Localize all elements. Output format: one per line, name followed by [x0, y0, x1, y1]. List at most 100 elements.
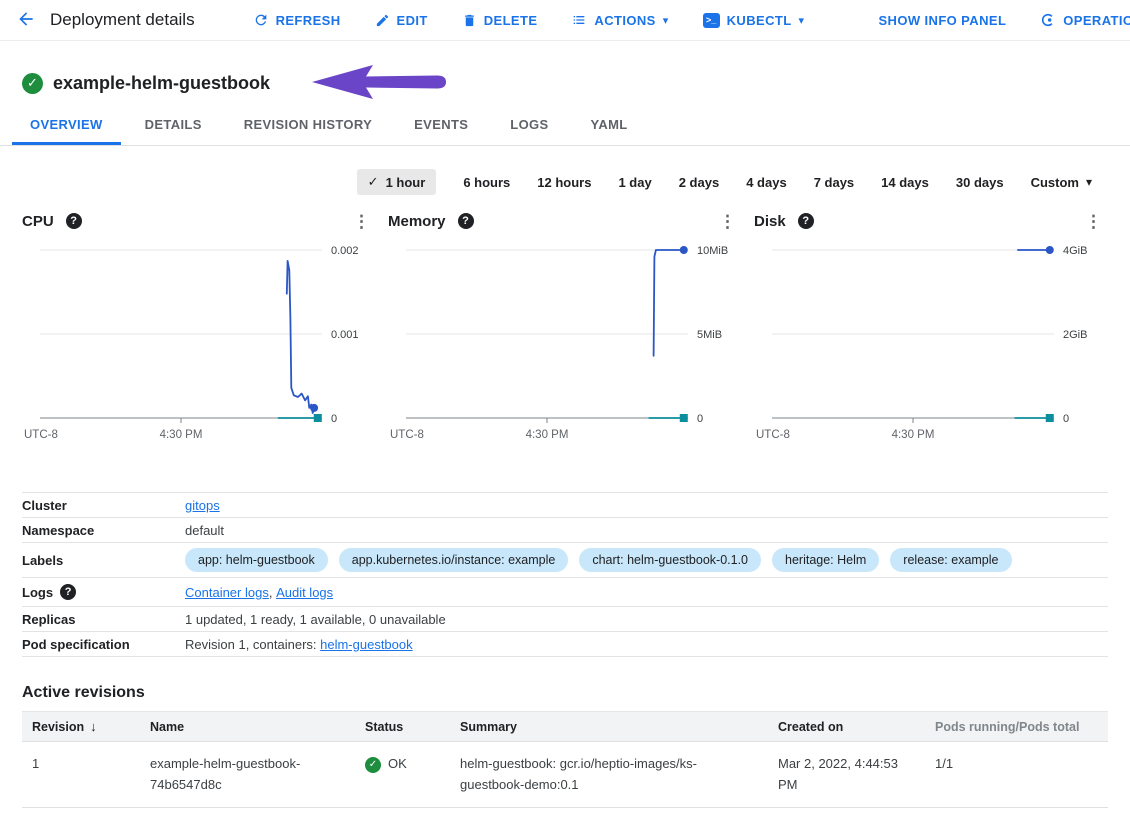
- more-options-icon[interactable]: ⋮: [719, 213, 736, 230]
- column-revision[interactable]: Revision↓: [22, 712, 140, 742]
- pod-spec-prefix: Revision 1, containers:: [185, 637, 320, 652]
- memory-chart-header: Memory ? ⋮: [388, 202, 754, 240]
- column-status: Status: [355, 712, 450, 742]
- back-button[interactable]: [16, 5, 36, 35]
- label-chip: app: helm-guestbook: [185, 548, 328, 572]
- ok-check-icon: ✓: [365, 757, 381, 773]
- logs-separator: ,: [269, 585, 276, 600]
- audit-logs-link[interactable]: Audit logs: [276, 585, 333, 600]
- tab-details[interactable]: DETAILS: [127, 108, 220, 145]
- active-revisions-table: Revision↓ Name Status Summary Created on…: [22, 711, 1108, 808]
- svg-text:4:30 PM: 4:30 PM: [526, 429, 569, 441]
- container-logs-link[interactable]: Container logs: [185, 585, 269, 600]
- table-row: 1 example-helm-guestbook-74b6547d8c ✓ OK…: [22, 742, 1108, 808]
- disk-chart-panel: Disk ? ⋮ 4GiB2GiB0UTC-84:30 PM: [754, 202, 1120, 450]
- time-option-14-days[interactable]: 14 days: [881, 175, 929, 190]
- kubectl-menu-button[interactable]: >_ KUBECTL ▾: [703, 13, 805, 28]
- disk-chart-header: Disk ? ⋮: [754, 202, 1120, 240]
- name-cell: example-helm-guestbook-74b6547d8c: [140, 742, 355, 808]
- svg-text:0.001: 0.001: [331, 329, 359, 341]
- deployment-details-page: Deployment details REFRESH EDIT DELETE: [0, 0, 1130, 827]
- labels-row: Labels app: helm-guestbook app.kubernete…: [22, 543, 1108, 578]
- list-icon: [571, 12, 587, 28]
- refresh-button[interactable]: REFRESH: [253, 12, 341, 28]
- column-pods: Pods running/Pods total: [925, 712, 1108, 742]
- label-chip: app.kubernetes.io/instance: example: [339, 548, 569, 572]
- more-options-icon[interactable]: ⋮: [353, 213, 370, 230]
- toolbar-actions: REFRESH EDIT DELETE ACTIONS ▾: [253, 12, 1130, 28]
- trash-icon: [462, 13, 477, 28]
- tab-logs[interactable]: LOGS: [492, 108, 566, 145]
- namespace-row: Namespace default: [22, 518, 1108, 543]
- terminal-icon: >_: [703, 13, 720, 28]
- column-summary: Summary: [450, 712, 768, 742]
- replicas-value: 1 updated, 1 ready, 1 available, 0 unava…: [185, 612, 446, 627]
- edit-button[interactable]: EDIT: [375, 13, 428, 28]
- deployment-name: example-helm-guestbook: [53, 73, 270, 94]
- time-option-30-days[interactable]: 30 days: [956, 175, 1004, 190]
- toolbar: Deployment details REFRESH EDIT DELETE: [0, 0, 1130, 41]
- column-name: Name: [140, 712, 355, 742]
- time-option-1-day[interactable]: 1 day: [618, 175, 651, 190]
- svg-text:0: 0: [1063, 413, 1069, 425]
- disk-chart-title: Disk: [754, 213, 786, 230]
- disk-chart-plot: 4GiB2GiB0UTC-84:30 PM: [754, 240, 1106, 445]
- help-icon[interactable]: ?: [60, 584, 76, 600]
- summary-cell: helm-guestbook: gcr.io/heptio-images/ks-…: [450, 742, 768, 808]
- labels-chips: app: helm-guestbook app.kubernetes.io/in…: [185, 545, 1012, 575]
- svg-text:0: 0: [697, 413, 703, 425]
- cluster-link[interactable]: gitops: [185, 498, 220, 513]
- column-created-on: Created on: [768, 712, 925, 742]
- chevron-down-icon: ▾: [663, 14, 669, 27]
- time-option-7-days[interactable]: 7 days: [814, 175, 854, 190]
- replicas-row: Replicas 1 updated, 1 ready, 1 available…: [22, 607, 1108, 632]
- help-icon[interactable]: ?: [66, 213, 82, 229]
- actions-menu-button[interactable]: ACTIONS ▾: [571, 12, 668, 28]
- tab-overview[interactable]: OVERVIEW: [12, 108, 121, 145]
- cpu-chart-panel: CPU ? ⋮ 0.0020.0010UTC-84:30 PM: [22, 202, 388, 450]
- arrow-left-icon: [16, 9, 36, 32]
- svg-text:4GiB: 4GiB: [1063, 245, 1087, 257]
- active-revisions-title: Active revisions: [22, 684, 1130, 702]
- operations-icon: [1040, 12, 1056, 28]
- time-option-1-hour-selected[interactable]: ✓ 1 hour: [357, 169, 437, 195]
- label-chip: release: example: [890, 548, 1011, 572]
- time-option-2-days[interactable]: 2 days: [679, 175, 719, 190]
- svg-text:0: 0: [331, 413, 337, 425]
- status-text: OK: [388, 753, 407, 774]
- operations-button[interactable]: OPERATIONS: [1040, 12, 1130, 28]
- time-option-custom[interactable]: Custom ▾: [1031, 175, 1092, 190]
- sort-descending-icon: ↓: [90, 719, 97, 734]
- memory-chart: 10MiB5MiB0UTC-84:30 PM: [388, 240, 754, 450]
- table-header-row: Revision↓ Name Status Summary Created on…: [22, 712, 1108, 742]
- time-option-12-hours[interactable]: 12 hours: [537, 175, 591, 190]
- pod-specification-row: Pod specification Revision 1, containers…: [22, 632, 1108, 657]
- help-icon[interactable]: ?: [798, 213, 814, 229]
- label-chip: heritage: Helm: [772, 548, 879, 572]
- tab-yaml[interactable]: YAML: [573, 108, 646, 145]
- time-range-selector: ✓ 1 hour 6 hours 12 hours 1 day 2 days 4…: [0, 168, 1130, 196]
- help-icon[interactable]: ?: [458, 213, 474, 229]
- svg-text:UTC-8: UTC-8: [756, 429, 790, 441]
- logs-label: Logs: [22, 585, 53, 600]
- chevron-down-icon: ▾: [799, 14, 805, 27]
- delete-button[interactable]: DELETE: [462, 13, 538, 28]
- tab-events[interactable]: EVENTS: [396, 108, 486, 145]
- cluster-label: Cluster: [22, 498, 185, 513]
- pod-specification-label: Pod specification: [22, 637, 185, 652]
- container-link[interactable]: helm-guestbook: [320, 637, 413, 652]
- tab-revision-history[interactable]: REVISION HISTORY: [226, 108, 390, 145]
- disk-chart: 4GiB2GiB0UTC-84:30 PM: [754, 240, 1120, 450]
- time-option-6-hours[interactable]: 6 hours: [463, 175, 510, 190]
- time-option-4-days[interactable]: 4 days: [746, 175, 786, 190]
- edit-pencil-icon: [375, 13, 390, 28]
- labels-label: Labels: [22, 553, 185, 568]
- memory-chart-title: Memory: [388, 213, 446, 230]
- svg-text:UTC-8: UTC-8: [24, 429, 58, 441]
- refresh-icon: [253, 12, 269, 28]
- annotation-arrow: [310, 63, 448, 106]
- more-options-icon[interactable]: ⋮: [1085, 213, 1102, 230]
- cpu-chart-header: CPU ? ⋮: [22, 202, 388, 240]
- show-info-panel-button[interactable]: SHOW INFO PANEL: [878, 13, 1006, 28]
- resource-header: ✓ example-helm-guestbook: [22, 68, 1130, 98]
